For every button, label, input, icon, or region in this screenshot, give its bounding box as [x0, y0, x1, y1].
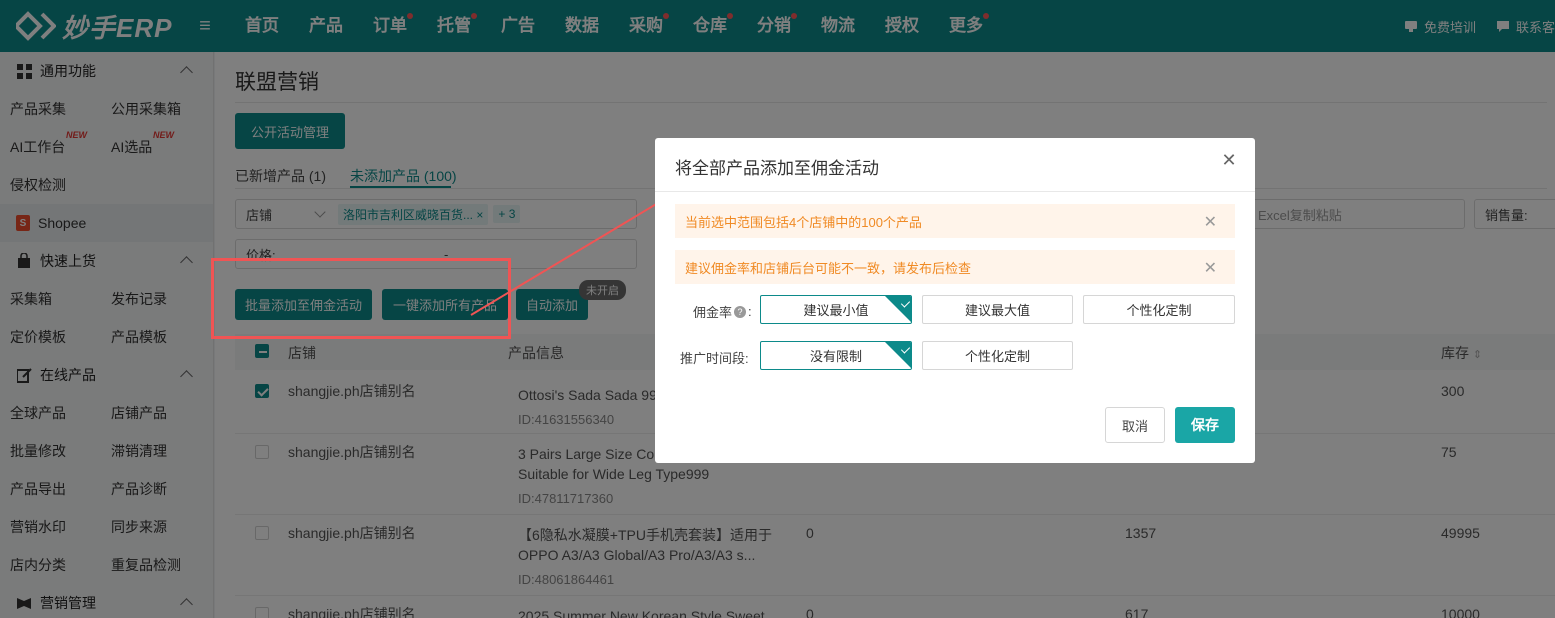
commission-option-custom[interactable]: 个性化定制 [1083, 295, 1235, 324]
commission-warning-alert: 建议佣金率和店铺后台可能不一致，请发布后检查 ✕ [675, 250, 1235, 284]
option-label: 个性化定制 [1126, 303, 1192, 318]
commission-rate-label: 佣金率?: [693, 302, 752, 321]
scope-alert: 当前选中范围包括4个店铺中的100个产品 ✕ [675, 204, 1235, 238]
commission-option-max[interactable]: 建议最大值 [922, 295, 1073, 324]
alert-text: 建议佣金率和店铺后台可能不一致，请发布后检查 [685, 260, 972, 276]
modal-title: 将全部产品添加至佣金活动 [675, 159, 879, 178]
label-colon: : [748, 304, 752, 319]
period-option-unlimited[interactable]: 没有限制 [760, 341, 912, 370]
option-label: 没有限制 [809, 349, 862, 364]
close-icon[interactable]: ✕ [1221, 151, 1237, 169]
annotation-highlight-box [211, 258, 511, 339]
period-option-custom[interactable]: 个性化定制 [922, 341, 1073, 370]
commission-option-min[interactable]: 建议最小值 [760, 295, 912, 324]
close-icon[interactable]: ✕ [1204, 258, 1217, 278]
label-text: 佣金率 [693, 305, 733, 320]
option-label: 建议最大值 [964, 303, 1030, 318]
help-icon[interactable]: ? [734, 305, 747, 318]
option-label: 建议最小值 [803, 303, 869, 318]
commission-modal: 将全部产品添加至佣金活动 ✕ 当前选中范围包括4个店铺中的100个产品 ✕ 建议… [655, 138, 1255, 463]
promotion-period-label: 推广时间段: [680, 351, 749, 366]
divider [655, 191, 1255, 192]
alert-text: 当前选中范围包括4个店铺中的100个产品 [685, 214, 922, 230]
option-label: 个性化定制 [964, 349, 1030, 364]
cancel-button[interactable]: 取消 [1105, 407, 1165, 443]
close-icon[interactable]: ✕ [1204, 212, 1217, 232]
save-button[interactable]: 保存 [1175, 407, 1235, 443]
